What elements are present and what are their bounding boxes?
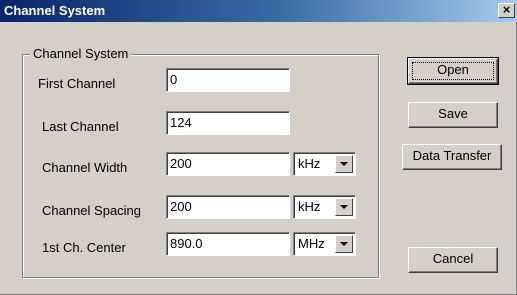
channel-spacing-unit: kHz	[298, 199, 321, 214]
cancel-button[interactable]: Cancel	[408, 247, 498, 273]
first-channel-input[interactable]: 0	[166, 68, 290, 92]
group-label: Channel System	[30, 46, 132, 61]
last-channel-input[interactable]: 124	[166, 111, 290, 135]
first-ch-center-unit: MHz	[298, 236, 325, 251]
window-title: Channel System	[4, 3, 106, 18]
channel-width-label: Channel Width	[42, 160, 128, 175]
channel-width-unit-select[interactable]: kHz	[293, 152, 356, 176]
chevron-down-icon[interactable]	[335, 235, 353, 253]
first-channel-label: First Channel	[38, 76, 116, 91]
title-bar[interactable]: Channel System ×	[0, 0, 517, 22]
focus-rectangle	[412, 62, 494, 80]
data-transfer-button[interactable]: Data Transfer	[402, 144, 502, 170]
open-button[interactable]: Open	[407, 57, 499, 85]
close-button[interactable]: ×	[498, 3, 515, 18]
channel-spacing-unit-select[interactable]: kHz	[293, 195, 356, 219]
channel-width-unit: kHz	[298, 156, 321, 171]
save-button-label: Save	[438, 106, 468, 121]
cancel-button-label: Cancel	[432, 251, 474, 266]
first-ch-center-label: 1st Ch. Center	[42, 240, 126, 255]
channel-spacing-input[interactable]: 200	[166, 195, 290, 219]
channel-width-input[interactable]: 200	[166, 152, 290, 176]
first-ch-center-unit-select[interactable]: MHz	[293, 232, 356, 256]
close-icon: ×	[502, 2, 511, 17]
channel-system-dialog: Channel System × Channel System First Ch…	[0, 0, 517, 295]
channel-spacing-label: Channel Spacing	[42, 203, 142, 218]
first-ch-center-input[interactable]: 890.0	[166, 232, 290, 256]
chevron-down-icon[interactable]	[335, 198, 353, 216]
last-channel-label: Last Channel	[42, 119, 119, 134]
data-transfer-button-label: Data Transfer	[412, 148, 492, 163]
chevron-down-icon[interactable]	[335, 155, 353, 173]
save-button[interactable]: Save	[408, 102, 498, 128]
